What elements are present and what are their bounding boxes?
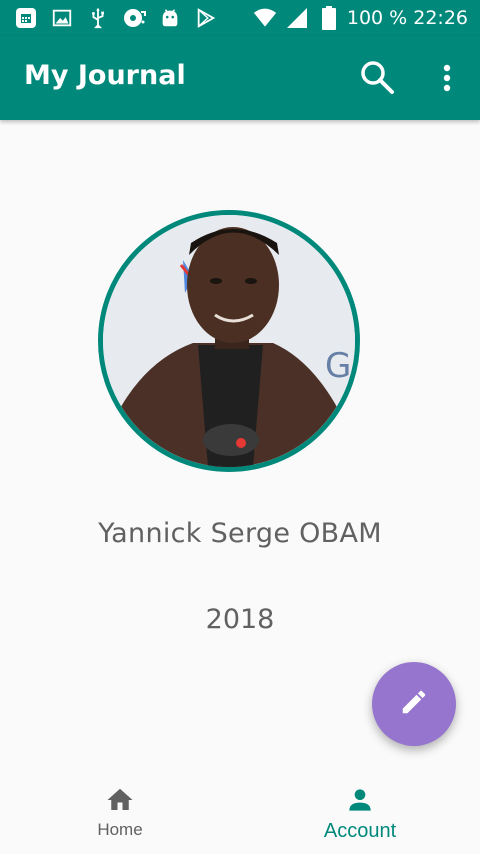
search-button[interactable] xyxy=(356,58,398,100)
edit-fab-button[interactable] xyxy=(372,662,456,746)
android-icon xyxy=(158,6,182,30)
person-icon xyxy=(344,784,376,816)
play-store-icon xyxy=(194,6,218,30)
status-notification-icons xyxy=(14,6,230,30)
wifi-icon xyxy=(253,6,277,30)
battery-level: 100 % xyxy=(346,7,408,29)
edit-pencil-icon xyxy=(399,687,429,721)
nav-label-home: Home xyxy=(97,820,143,839)
search-icon xyxy=(359,59,395,99)
svg-text:GD: GD xyxy=(325,346,355,386)
sync-icon xyxy=(122,6,146,30)
app-title: My Journal xyxy=(24,60,186,91)
bottom-navigation: Home Account xyxy=(0,774,480,854)
profile-avatar: GD xyxy=(98,210,360,472)
status-bar: 100 % 22:26 xyxy=(0,0,480,36)
usb-icon xyxy=(86,6,110,30)
signal-icon xyxy=(285,6,309,30)
nav-label-account: Account xyxy=(323,820,397,842)
nav-item-account[interactable]: Account xyxy=(240,774,480,854)
status-system-icons: 100 % 22:26 xyxy=(253,4,468,32)
more-options-button[interactable] xyxy=(432,60,462,100)
home-icon xyxy=(104,784,136,816)
profile-year: 2018 xyxy=(205,604,275,635)
profile-name: Yannick Serge OBAM xyxy=(98,518,382,549)
battery-icon xyxy=(317,6,341,30)
clock: 22:26 xyxy=(413,7,468,29)
image-icon xyxy=(50,6,74,30)
more-vert-icon xyxy=(443,64,451,96)
calendar-icon xyxy=(14,6,38,30)
app-bar: My Journal xyxy=(0,36,480,120)
nav-item-home[interactable]: Home xyxy=(0,774,240,854)
